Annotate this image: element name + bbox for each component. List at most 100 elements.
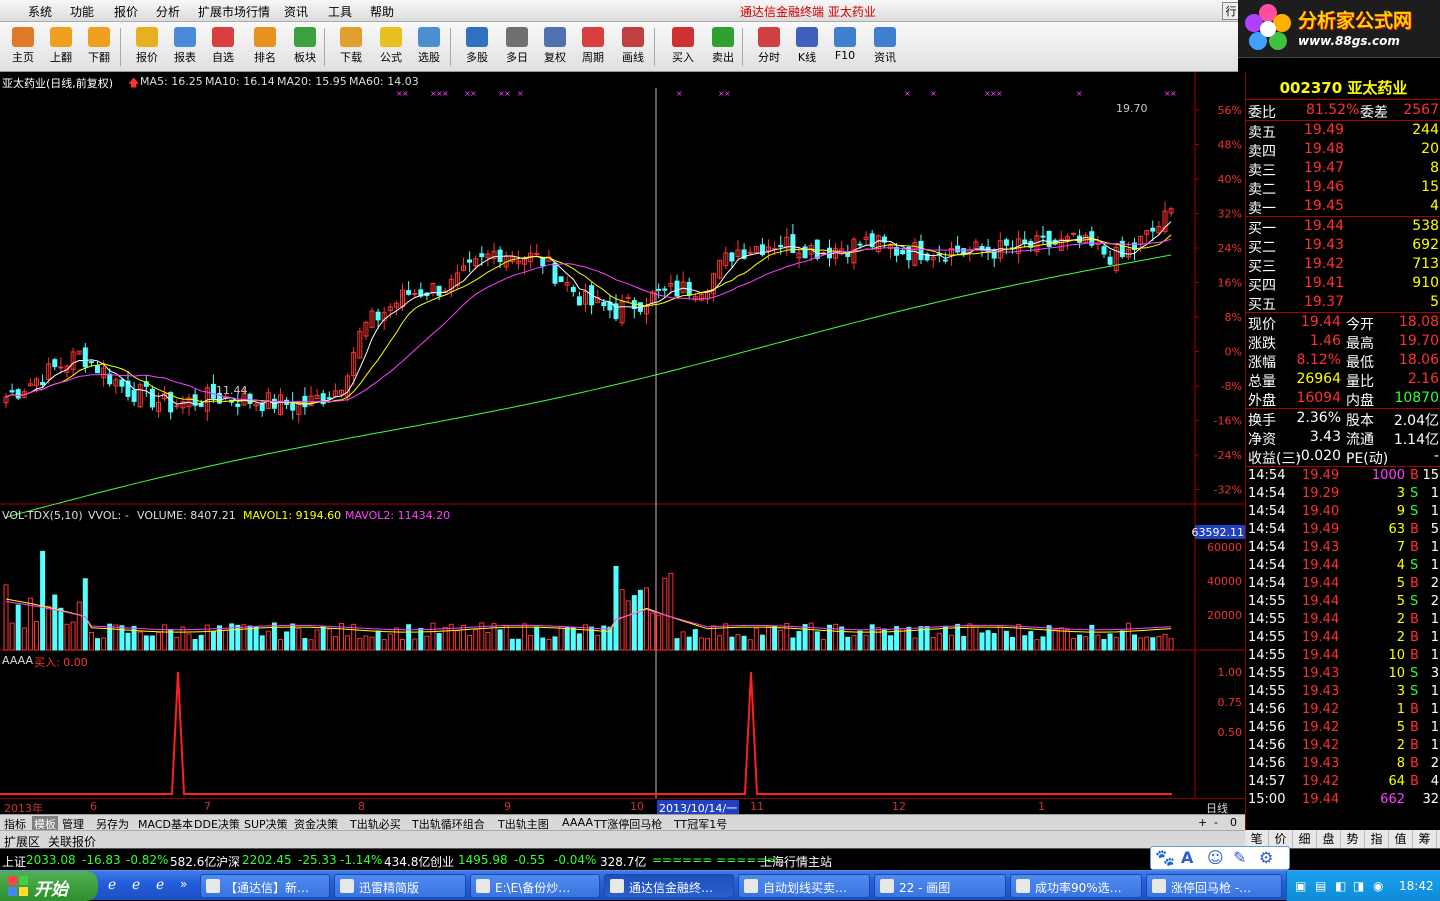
settings-gear-icon[interactable]: ⚙ xyxy=(1259,848,1273,867)
volume-bar xyxy=(302,638,308,651)
buy-level-row[interactable]: 买一 19.44 538 xyxy=(1246,217,1440,237)
paw-icon[interactable]: 🐾 xyxy=(1155,848,1175,867)
tab-control-2[interactable]: 0 xyxy=(1230,816,1237,829)
toolbar-button-6[interactable]: 排名 xyxy=(246,24,284,70)
start-button[interactable]: 开始 xyxy=(0,871,98,901)
buy-level-row[interactable]: 买五 19.37 5 xyxy=(1246,293,1440,313)
toolbar-button-5[interactable]: 自选 xyxy=(204,24,242,70)
taskbar-window-7[interactable]: 涨停回马枪 -… xyxy=(1146,874,1282,898)
volume-cursor-value: 63592.11 xyxy=(1192,526,1245,539)
aaaa-signal: 买入: 0.00 xyxy=(34,656,88,669)
toolbar-button-9[interactable]: 公式 xyxy=(372,24,410,70)
menu-analysis[interactable]: 分析 xyxy=(156,3,180,20)
quote-tab-6[interactable]: 值 xyxy=(1389,830,1413,848)
menu-quote[interactable]: 报价 xyxy=(114,3,138,20)
menu-system[interactable]: 系统 xyxy=(28,3,52,20)
sell-level-row[interactable]: 卖五 19.49 244 xyxy=(1246,121,1440,141)
font-icon[interactable]: A xyxy=(1181,848,1193,867)
toolbar-button-20[interactable]: F10 xyxy=(826,24,864,70)
taskbar-window-4[interactable]: 自动划线买卖… xyxy=(738,874,870,898)
quote-tab-5[interactable]: 指 xyxy=(1365,830,1389,848)
sell-level-row[interactable]: 卖一 19.45 4 xyxy=(1246,197,1440,217)
sell-level-row[interactable]: 卖二 19.46 15 xyxy=(1246,178,1440,198)
taskbar-window-label: 【通达信】新… xyxy=(225,881,310,895)
toolbar-button-13[interactable]: 复权 xyxy=(536,24,574,70)
toolbar-button-16[interactable]: 买入 xyxy=(664,24,702,70)
toolbar-button-15[interactable]: 画线 xyxy=(614,24,652,70)
ie-icon[interactable]: ℯ xyxy=(108,877,116,893)
buy-level-row[interactable]: 买四 19.41 910 xyxy=(1246,274,1440,294)
tab-control-1[interactable]: - xyxy=(1214,816,1218,829)
tick-row: 14:55 19.44 10 B 1 xyxy=(1246,647,1440,665)
quote-tab-7[interactable]: 筹 xyxy=(1413,830,1437,848)
taskbar-window-5[interactable]: 22 - 画图 xyxy=(874,874,1006,898)
tray-network-icon[interactable]: ◧ xyxy=(1335,879,1346,893)
toolbar-button-8[interactable]: 下载 xyxy=(332,24,370,70)
quote-tab-3[interactable]: 盘 xyxy=(1317,830,1341,848)
candle-body xyxy=(845,253,851,257)
windows-taskbar: 开始 ℯ ℯ ℯ » 【通达信】新… 迅雷精简版 E:\E\备份炒… 通达信金融终… 自… xyxy=(0,870,1440,901)
toolbar-button-7[interactable]: 板块 xyxy=(286,24,324,70)
menu-function[interactable]: 功能 xyxy=(70,3,94,20)
sell-level-row[interactable]: 卖四 19.48 20 xyxy=(1246,140,1440,160)
tab-control-0[interactable]: + xyxy=(1198,816,1207,829)
volume-axis-label: 40000 xyxy=(1207,575,1242,588)
volume-bar xyxy=(308,639,314,651)
volume-bar xyxy=(1040,636,1046,651)
volume-bar xyxy=(58,607,64,651)
candle-body xyxy=(1101,246,1107,255)
ime-toolbar[interactable]: 🐾 A ☺ ✎ ⚙ xyxy=(1150,846,1290,870)
toolbar-button-19[interactable]: K线 xyxy=(788,24,826,70)
report-icon xyxy=(174,27,196,47)
menu-news[interactable]: 资讯 xyxy=(284,3,308,20)
quote-tab-4[interactable]: 势 xyxy=(1341,830,1365,848)
buy-level-row[interactable]: 买三 19.42 713 xyxy=(1246,255,1440,275)
chart-canvas[interactable]: 56% 48% 40% 32% 24% 16% 8% 0% -8% -16% -24% -32% 600… xyxy=(0,72,1245,798)
indicator-tab-11[interactable]: AAAA xyxy=(562,816,593,829)
toolbar-button-14[interactable]: 周期 xyxy=(574,24,612,70)
taskbar-window-1[interactable]: 迅雷精简版 xyxy=(334,874,466,898)
toolbar-button-0[interactable]: 主页 xyxy=(4,24,42,70)
volume-bar xyxy=(729,636,735,651)
toolbar-button-18[interactable]: 分时 xyxy=(750,24,788,70)
browser-icon[interactable]: ℯ xyxy=(132,877,140,893)
toolbar-button-1[interactable]: 上翻 xyxy=(42,24,80,70)
menu-help[interactable]: 帮助 xyxy=(370,3,394,20)
taskbar-window-icon xyxy=(476,879,490,893)
quote-tab-2[interactable]: 细 xyxy=(1293,830,1317,848)
volume-bar xyxy=(711,625,717,651)
sell-level-row[interactable]: 卖三 19.47 8 xyxy=(1246,159,1440,179)
tick-count: 1 xyxy=(1430,630,1439,645)
taskbar-window-3[interactable]: 通达信金融终… xyxy=(604,874,734,898)
tick-row: 14:56 19.42 1 B 1 xyxy=(1246,701,1440,719)
toolbar-button-21[interactable]: 资讯 xyxy=(866,24,904,70)
menu-tools[interactable]: 工具 xyxy=(328,3,352,20)
browser2-icon[interactable]: ℯ xyxy=(156,877,164,893)
toolbar-button-12[interactable]: 多日 xyxy=(498,24,536,70)
quicklaunch-more-icon[interactable]: » xyxy=(180,877,187,891)
toolbar-button-11[interactable]: 多股 xyxy=(458,24,496,70)
taskbar-window-2[interactable]: E:\E\备份炒… xyxy=(470,874,600,898)
taskbar-window-6[interactable]: 成功率90%选… xyxy=(1010,874,1142,898)
tick-volume: 9 xyxy=(1396,504,1405,519)
tray-shield-icon[interactable]: ◉ xyxy=(1373,879,1383,893)
tick-count: 1 xyxy=(1430,558,1439,573)
chart-area[interactable]: 56% 48% 40% 32% 24% 16% 8% 0% -8% -16% -24% -32% 600… xyxy=(0,72,1245,798)
volume-bar xyxy=(1132,634,1137,651)
toolbar-button-label: 多股 xyxy=(466,51,488,64)
tick-time: 14:54 xyxy=(1248,576,1286,591)
tray-lite-icon[interactable]: ▤ xyxy=(1315,879,1326,893)
toolbar-button-3[interactable]: 报价 xyxy=(128,24,166,70)
tray-app-icon[interactable]: ▣ xyxy=(1295,879,1306,893)
smile-icon[interactable]: ☺ xyxy=(1207,848,1224,867)
toolbar-button-2[interactable]: 下翻 xyxy=(80,24,118,70)
taskbar-window-0[interactable]: 【通达信】新… xyxy=(200,874,330,898)
buy-level-row[interactable]: 买二 19.43 692 xyxy=(1246,236,1440,256)
pen-tool-icon[interactable]: ✎ xyxy=(1233,848,1246,867)
toolbar-button-17[interactable]: 卖出 xyxy=(704,24,742,70)
tray-volume-icon[interactable]: ◨ xyxy=(1353,879,1364,893)
menu-extended-market[interactable]: 扩展市场行情 xyxy=(198,3,270,20)
toolbar-button-10[interactable]: 选股 xyxy=(410,24,448,70)
toolbar-button-4[interactable]: 报表 xyxy=(166,24,204,70)
volume-bar xyxy=(461,624,466,651)
